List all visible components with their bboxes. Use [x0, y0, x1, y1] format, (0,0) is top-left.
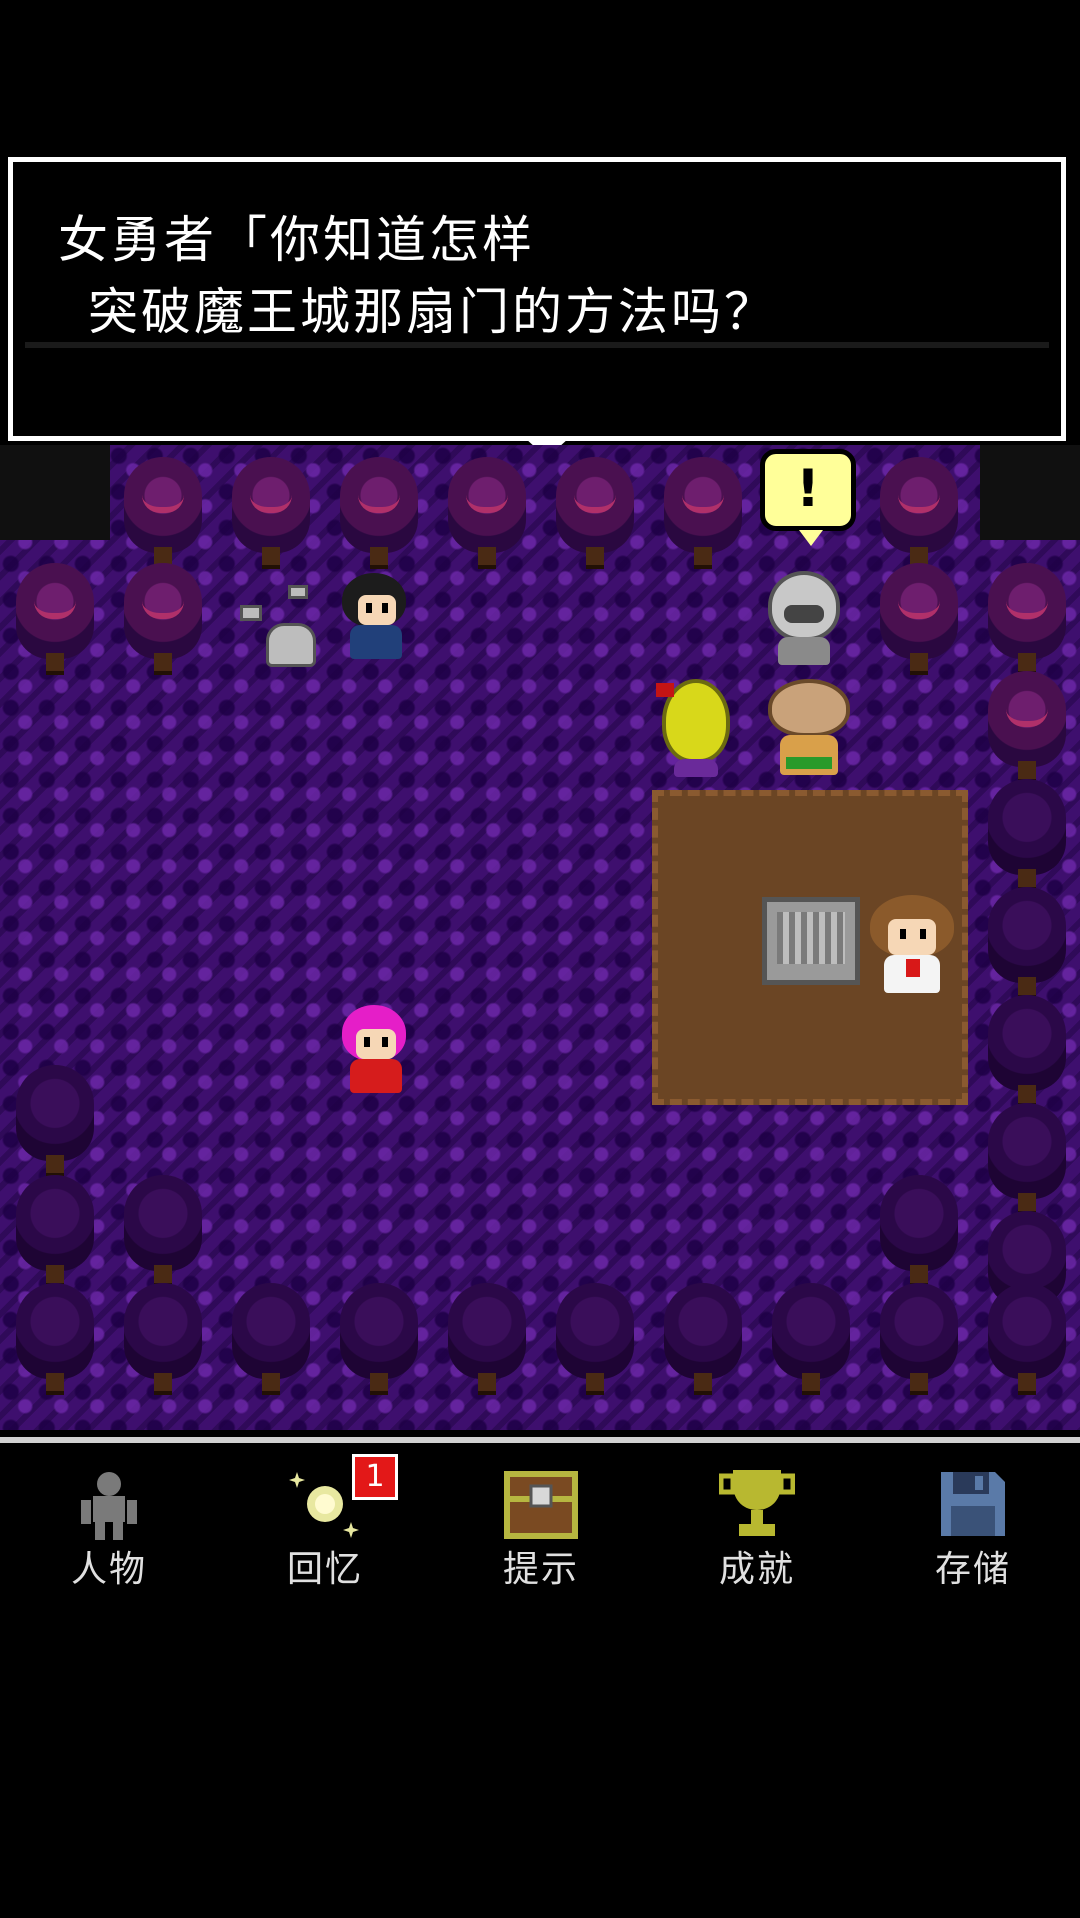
tree	[442, 1283, 532, 1395]
brown-hair-girl-character[interactable]	[866, 895, 958, 997]
rock	[288, 585, 308, 599]
tree	[334, 1283, 424, 1395]
tree	[658, 457, 748, 569]
tree	[874, 1175, 964, 1287]
tree	[10, 1065, 100, 1177]
tree	[982, 563, 1072, 675]
treasure-chest-icon	[504, 1471, 578, 1539]
menu-save-label: 存储	[934, 1549, 1011, 1590]
tree	[10, 1283, 100, 1395]
blonde-girl-character[interactable]	[656, 679, 736, 779]
menu-memories-label: 回忆	[286, 1549, 363, 1590]
menu-characters-label: 人物	[70, 1549, 147, 1590]
tree	[118, 1175, 208, 1287]
villager-character[interactable]	[764, 679, 854, 779]
person-icon	[81, 1472, 137, 1540]
tree	[118, 1283, 208, 1395]
tree	[874, 1283, 964, 1395]
game-map[interactable]: !	[0, 445, 1080, 1430]
menu-characters-button[interactable]: 人物	[34, 1452, 184, 1602]
map-shadow-left	[0, 445, 110, 540]
map-shadow-right	[980, 445, 1080, 540]
tree	[226, 1283, 316, 1395]
tree	[10, 563, 100, 675]
tree	[658, 1283, 748, 1395]
ninja-character[interactable]	[336, 573, 416, 663]
tree	[982, 995, 1072, 1107]
heroine-character[interactable]	[336, 1005, 416, 1101]
tree	[874, 563, 964, 675]
rock	[266, 623, 316, 667]
menu-achievements-label: 成就	[718, 1549, 795, 1590]
tree	[118, 457, 208, 569]
tree	[550, 1283, 640, 1395]
dialog-box[interactable]: 女勇者「你知道怎样 突破魔王城那扇门的方法吗？	[8, 157, 1066, 458]
dialog-line-2: 突破魔王城那扇门的方法吗？	[88, 283, 777, 341]
knight-character[interactable]	[764, 571, 844, 667]
menu-hints-label: 提示	[502, 1549, 579, 1590]
menu-hints-button[interactable]: 提示	[466, 1452, 616, 1602]
notification-badge: 1	[352, 1454, 398, 1500]
dialog-line-1: 女勇者「你知道怎样	[58, 211, 535, 269]
floppy-disk-icon	[941, 1472, 1005, 1536]
bottom-toolbar: 人物 回忆 提示 成就 存储	[0, 1452, 1080, 1602]
toolbar-separator	[0, 1437, 1080, 1443]
tree	[982, 671, 1072, 783]
tree	[982, 779, 1072, 891]
tree	[550, 457, 640, 569]
tree	[874, 457, 964, 569]
tree	[442, 457, 532, 569]
tree	[118, 563, 208, 675]
tree	[10, 1175, 100, 1287]
tree	[226, 457, 316, 569]
dialog-divider	[25, 342, 1049, 348]
menu-save-button[interactable]: 存储	[898, 1452, 1048, 1602]
tree	[334, 457, 424, 569]
menu-achievements-button[interactable]: 成就	[682, 1452, 832, 1602]
tree	[982, 887, 1072, 999]
stone-tablet[interactable]	[762, 897, 860, 985]
exclamation-bubble: !	[760, 449, 856, 546]
tree	[982, 1283, 1072, 1395]
tree	[766, 1283, 856, 1395]
tree	[982, 1103, 1072, 1215]
trophy-icon	[719, 1470, 795, 1536]
rock	[240, 605, 262, 621]
